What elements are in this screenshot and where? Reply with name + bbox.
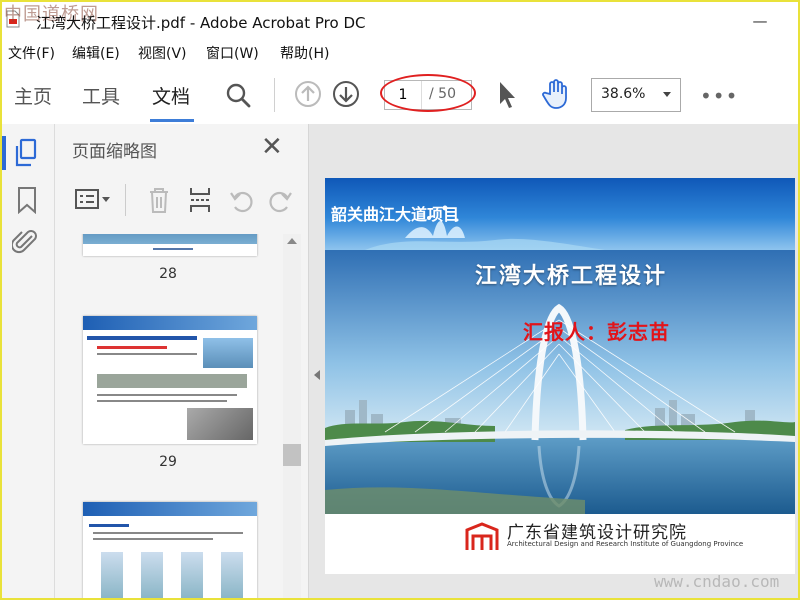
panel-title: 页面缩略图 [72,142,157,162]
pdf-page: 韶关曲江大道项目 江湾大桥工程设计 汇报人：彭志苗 广东省建筑设计研究院 Arc… [325,178,795,574]
acrobat-window: 中国道桥网 江湾大桥工程设计.pdf - Adobe Acrobat Pro D… [0,0,800,600]
thumbnail-scrollbar[interactable] [283,234,301,598]
attachment-icon[interactable] [12,228,40,256]
main-toolbar: 主页 工具 文档 / 50 38.6% [2,66,798,125]
thumbnail-text-line [97,394,237,396]
slide-project-name: 韶关曲江大道项目 [331,205,460,224]
slide-photo: 江湾大桥工程设计 汇报人：彭志苗 [325,250,795,514]
select-cursor-icon[interactable] [496,80,520,110]
hand-tool-icon[interactable] [542,78,570,110]
thumbnail-image [221,552,243,598]
insert-pages-icon[interactable] [187,186,215,214]
menu-window[interactable]: 窗口(W) [206,43,259,63]
thumbnail-page-29[interactable] [83,316,257,444]
window-title: 江湾大桥工程设计.pdf - Adobe Acrobat Pro DC [36,14,366,32]
navigation-rail [2,124,55,598]
rail-active-indicator [2,136,6,170]
slide-title: 江湾大桥工程设计 [475,264,668,289]
institute-logo [465,522,499,550]
minimize-button[interactable]: — [740,8,780,34]
menu-bar: 文件(F) 编辑(E) 视图(V) 窗口(W) 帮助(H) [2,40,798,66]
thumbnail-image [203,338,253,368]
thumbnail-header [83,502,257,516]
rotate-right-icon[interactable] [267,188,293,214]
close-icon[interactable]: ✕ [261,132,283,162]
previous-page-icon[interactable] [294,80,322,108]
bookmark-icon[interactable] [16,186,38,214]
search-icon[interactable] [224,82,252,110]
thumbnail-text-line [97,353,197,355]
thumbnail-text-line [93,538,213,540]
scrollbar-thumb[interactable] [283,444,301,466]
menu-edit[interactable]: 编辑(E) [72,43,120,63]
menu-help[interactable]: 帮助(H) [280,43,329,63]
zoom-select[interactable]: 38.6% [591,78,681,112]
thumbnail-label-29: 29 [159,454,177,470]
document-view[interactable]: 韶关曲江大道项目 江湾大桥工程设计 汇报人：彭志苗 广东省建筑设计研究院 Arc… [309,124,798,598]
slide-footer: 广东省建筑设计研究院 Architectural Design and Rese… [325,514,795,574]
tab-home[interactable]: 主页 [14,82,52,109]
watermark-bottom: www.cndao.com [654,572,780,591]
thumbnail-caption-line [153,248,193,250]
thumbnail-text-line [89,524,129,527]
thumbnail-text-line [93,532,243,534]
thumbnail-panel: 页面缩略图 ✕ 28 29 [55,124,309,598]
thumbnail-options-icon[interactable] [75,188,113,212]
thumbnail-list: 28 29 [55,234,281,598]
trash-icon[interactable] [147,186,171,214]
rotate-left-icon[interactable] [229,188,255,214]
thumbnail-page-28[interactable] [83,234,257,256]
menu-view[interactable]: 视图(V) [138,43,187,63]
institute-name-en: Architectural Design and Research Instit… [507,540,744,548]
scroll-up-icon[interactable] [287,238,297,244]
menu-file[interactable]: 文件(F) [8,43,55,63]
next-page-icon[interactable] [332,80,360,108]
more-options-button[interactable]: ••• [700,84,738,108]
thumbnail-text-line [97,400,227,402]
panel-toolbar-divider [125,184,126,216]
thumbnail-image [187,408,253,440]
thumbnail-label-28: 28 [159,266,177,282]
slide-reporter: 汇报人：彭志苗 [523,320,670,344]
thumbnail-image [141,552,163,598]
tab-document[interactable]: 文档 [152,82,190,109]
slide-header: 韶关曲江大道项目 [325,178,795,250]
thumbnail-page-30[interactable] [83,502,257,598]
tab-tools[interactable]: 工具 [82,82,120,109]
thumbnail-image [101,552,123,598]
chevron-down-icon [663,92,671,97]
toolbar-divider [274,78,275,112]
thumbnail-image [97,374,247,388]
pages-icon[interactable] [14,138,40,168]
thumbnail-preview [83,234,257,244]
zoom-value: 38.6% [601,86,646,102]
thumbnail-text-line [97,346,167,349]
highlight-oval [380,74,476,112]
title-bar: 中国道桥网 江湾大桥工程设计.pdf - Adobe Acrobat Pro D… [2,2,798,40]
collapse-panel-icon[interactable] [314,370,320,380]
thumbnail-header [83,316,257,330]
thumbnail-image [181,552,203,598]
thumbnail-text-line [87,336,197,340]
active-tab-indicator [150,119,194,122]
thumbnail-toolbar [55,180,308,220]
